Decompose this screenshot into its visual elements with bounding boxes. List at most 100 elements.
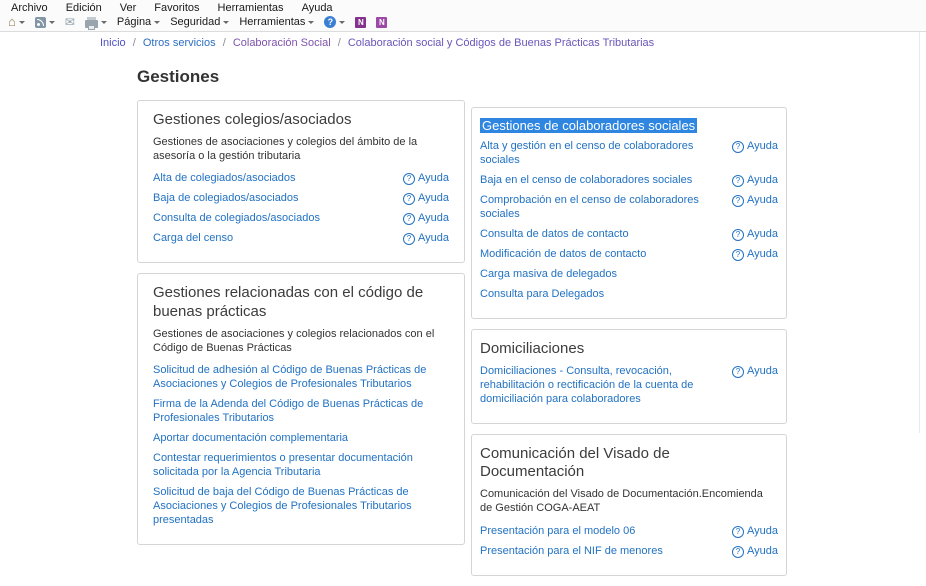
breadcrumb-colaboracion-social[interactable]: Colaboración Social [233,37,331,49]
service-link-row: Consulta para Delegados [480,288,778,302]
breadcrumb-otros-servicios[interactable]: Otros servicios [143,37,216,49]
ayuda-link[interactable]: ?Ayuda [732,194,778,208]
service-link-row: Aportar documentación complementaria [153,432,449,446]
ayuda-link[interactable]: ?Ayuda [732,545,778,559]
card-visado-documentacion: Comunicación del Visado de Documentación… [471,434,787,576]
breadcrumb-separator: / [223,37,226,49]
link-alta-colegiados[interactable]: Alta de colegiados/asociados [153,172,295,186]
link-domiciliaciones-consulta[interactable]: Domiciliaciones - Consulta, revocación, … [480,365,709,407]
service-link-row: Alta de colegiados/asociados ?Ayuda [153,172,449,186]
ayuda-link[interactable]: ?Ayuda [403,212,449,226]
help-menu-button[interactable]: ? [322,16,347,28]
link-solicitud-baja[interactable]: Solicitud de baja del Código de Buenas P… [153,486,449,528]
help-circle-icon: ? [732,141,744,153]
card-title: Gestiones colegios/asociados [153,111,449,130]
mail-icon: ✉ [65,16,75,28]
herramientas-menu-button[interactable]: Herramientas [237,16,316,28]
service-link-row: Carga del censo ?Ayuda [153,232,449,246]
breadcrumb-inicio[interactable]: Inicio [100,37,126,49]
read-mail-button[interactable]: ✉ [63,16,77,28]
link-presentacion-nif-menores[interactable]: Presentación para el NIF de menores [480,545,663,559]
ayuda-link[interactable]: ?Ayuda [732,248,778,262]
menu-ayuda[interactable]: Ayuda [293,2,342,14]
left-column: Gestiones colegios/asociados Gestiones d… [137,100,465,555]
onenote-icon: N [355,17,366,28]
link-comprobacion-censo[interactable]: Comprobación en el censo de colaboradore… [480,194,709,222]
card-description: Comunicación del Visado de Documentación… [480,487,778,516]
ayuda-link[interactable]: ?Ayuda [732,174,778,188]
home-button[interactable]: ⌂ [6,16,27,28]
help-circle-icon: ? [732,229,744,241]
link-solicitud-adhesion[interactable]: Solicitud de adhesión al Código de Buena… [153,364,449,392]
menu-archivo[interactable]: Archivo [2,2,57,14]
help-circle-icon: ? [732,195,744,207]
menu-favoritos[interactable]: Favoritos [145,2,208,14]
service-link-row: Carga masiva de delegados [480,268,778,282]
home-dropdown-icon[interactable] [19,21,25,24]
link-firma-adenda[interactable]: Firma de la Adenda del Código de Buenas … [153,398,449,426]
feeds-button[interactable] [33,17,57,28]
service-link-row: Firma de la Adenda del Código de Buenas … [153,398,449,426]
breadcrumb: Inicio / Otros servicios / Colaboración … [0,32,926,50]
link-presentacion-modelo-06[interactable]: Presentación para el modelo 06 [480,525,635,539]
service-link-row: Baja de colegiados/asociados ?Ayuda [153,192,449,206]
help-circle-icon: ? [732,366,744,378]
link-contestar-requerimientos[interactable]: Contestar requerimientos o presentar doc… [153,452,449,480]
command-bar: ⌂ ✉ Página Seguridad Herramientas ? [0,14,926,31]
herramientas-label: Herramientas [239,16,305,28]
help-dropdown-icon[interactable] [339,21,345,24]
menu-herramientas[interactable]: Herramientas [209,2,293,14]
link-modificacion-datos-contacto[interactable]: Modificación de datos de contacto [480,248,646,262]
feeds-dropdown-icon[interactable] [49,21,55,24]
help-circle-icon: ? [732,175,744,187]
ayuda-link[interactable]: ?Ayuda [732,525,778,539]
card-gestiones-colegios: Gestiones colegios/asociados Gestiones d… [137,100,465,263]
card-title: Domiciliaciones [480,340,778,359]
card-colaboradores-sociales: Gestiones de colaboradores sociales Alta… [471,107,787,319]
service-link-row: Presentación para el NIF de menores ?Ayu… [480,545,778,559]
send-to-onenote-button[interactable]: N [353,17,368,28]
help-circle-icon: ? [732,546,744,558]
printer-icon [85,20,98,28]
page-body: Inicio / Otros servicios / Colaboración … [0,32,926,433]
chevron-down-icon [308,21,314,24]
link-alta-censo-colaboradores[interactable]: Alta y gestión en el censo de colaborado… [480,140,709,168]
card-domiciliaciones: Domiciliaciones Domiciliaciones - Consul… [471,329,787,424]
menu-edicion[interactable]: Edición [57,2,111,14]
link-carga-masiva-delegados[interactable]: Carga masiva de delegados [480,268,617,282]
link-consulta-datos-contacto[interactable]: Consulta de datos de contacto [480,228,629,242]
onenote-linked-icon: N [376,17,387,28]
help-circle-icon: ? [403,193,415,205]
link-consulta-colegiados[interactable]: Consulta de colegiados/asociados [153,212,320,226]
ayuda-link[interactable]: ?Ayuda [732,365,778,379]
service-link-row: Comprobación en el censo de colaboradore… [480,194,778,222]
onenote-linked-notes-button[interactable]: N [374,17,389,28]
link-baja-colegiados[interactable]: Baja de colegiados/asociados [153,192,299,206]
link-baja-censo-colaboradores[interactable]: Baja en el censo de colaboradores social… [480,174,692,188]
help-circle-icon: ? [403,173,415,185]
service-link-row: Consulta de datos de contacto ?Ayuda [480,228,778,242]
pagina-menu-button[interactable]: Página [115,16,162,28]
service-link-row: Presentación para el modelo 06 ?Ayuda [480,525,778,539]
ayuda-link[interactable]: ?Ayuda [403,172,449,186]
ayuda-link[interactable]: ?Ayuda [732,140,778,154]
card-title: Comunicación del Visado de Documentación [480,445,778,483]
service-link-row: Domiciliaciones - Consulta, revocación, … [480,365,778,407]
print-dropdown-icon[interactable] [101,21,107,24]
browser-chrome: Archivo Edición Ver Favoritos Herramient… [0,0,926,32]
ayuda-link[interactable]: ?Ayuda [403,232,449,246]
breadcrumb-current-page[interactable]: Colaboración social y Códigos de Buenas … [348,37,654,49]
link-aportar-documentacion[interactable]: Aportar documentación complementaria [153,432,348,446]
seguridad-menu-button[interactable]: Seguridad [168,16,231,28]
ayuda-link[interactable]: ?Ayuda [732,228,778,242]
menu-ver[interactable]: Ver [111,2,146,14]
home-icon: ⌂ [8,16,16,28]
card-title-selected: Gestiones de colaboradores sociales [480,118,778,134]
card-codigo-buenas-practicas: Gestiones relacionadas con el código de … [137,273,465,545]
ayuda-link[interactable]: ?Ayuda [403,192,449,206]
link-consulta-delegados[interactable]: Consulta para Delegados [480,288,604,302]
print-button[interactable] [83,17,109,28]
link-carga-censo[interactable]: Carga del censo [153,232,233,246]
breadcrumb-separator: / [133,37,136,49]
help-circle-icon: ? [732,526,744,538]
